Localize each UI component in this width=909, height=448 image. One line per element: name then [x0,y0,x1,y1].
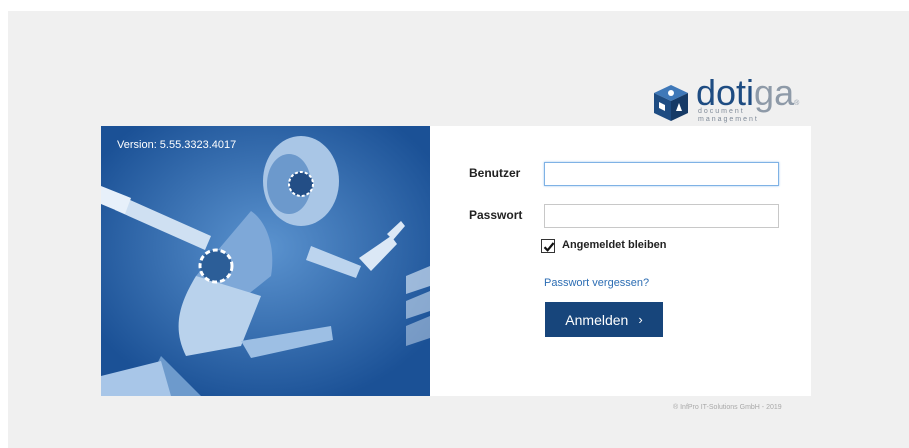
forgot-password-link[interactable]: Passwort vergessen? [544,277,649,289]
running-robot-illustration [101,126,430,396]
password-label: Passwort [469,208,523,222]
login-button-label: Anmelden [565,311,629,328]
login-button[interactable]: Anmelden › [545,302,663,337]
hero-panel: Version: 5.55.3323.4017 [101,126,430,396]
user-label: Benutzer [469,166,521,180]
chevron-right-icon: › [638,312,643,327]
user-input[interactable] [544,162,779,186]
remember-label: Angemeldet bleiben [562,239,667,251]
remember-checkbox[interactable] [541,239,555,253]
login-card: Benutzer Passwort Angemeldet bleiben Pas… [430,126,811,396]
checkmark-icon [543,242,555,252]
dotiga-cube-icon [654,85,688,121]
dotiga-logo: dotiga® document management [651,72,811,128]
password-input[interactable] [544,204,779,228]
logo-tagline: document management [698,108,759,123]
copyright-footer: ® InfPro IT-Solutions GmbH - 2019 [673,404,782,411]
version-label: Version: 5.55.3323.4017 [117,139,237,151]
